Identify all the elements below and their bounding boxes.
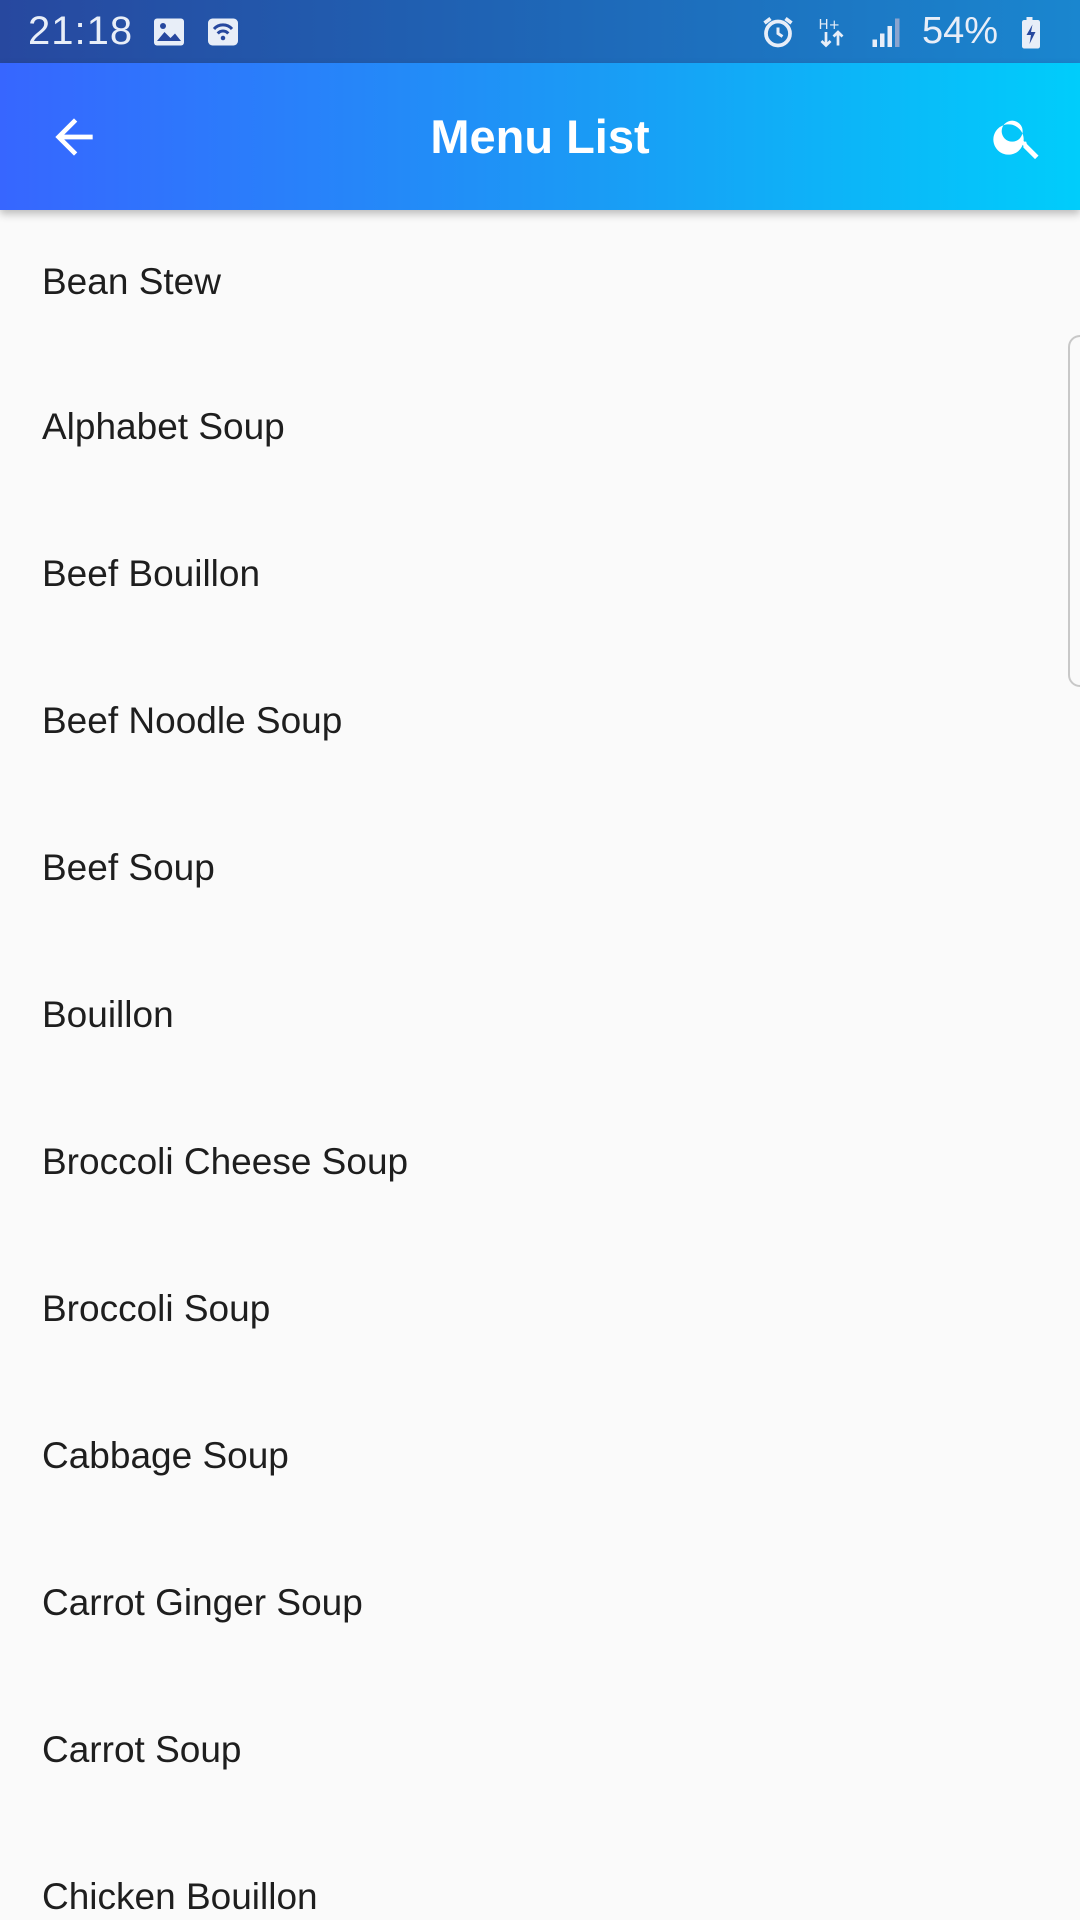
page-title: Menu List bbox=[430, 110, 650, 163]
menu-list-item[interactable]: Broccoli Cheese Soup bbox=[0, 1088, 1080, 1235]
menu-list-item[interactable]: Chicken Bouillon bbox=[0, 1823, 1080, 1920]
menu-list-item[interactable]: Alphabet Soup bbox=[0, 353, 1080, 500]
wifi-icon bbox=[205, 14, 241, 50]
battery-charging-icon bbox=[1016, 14, 1052, 50]
menu-list-item[interactable]: Beef Noodle Soup bbox=[0, 647, 1080, 794]
battery-percent: 54% bbox=[921, 10, 998, 52]
menu-list-item[interactable]: Beef Soup bbox=[0, 794, 1080, 941]
status-time: 21:18 bbox=[28, 9, 134, 53]
menu-list-item[interactable]: Bouillon bbox=[0, 941, 1080, 1088]
menu-list-item[interactable]: Cabbage Soup bbox=[0, 1382, 1080, 1529]
menu-list-item[interactable]: Beef Bouillon bbox=[0, 500, 1080, 647]
arrow-back-icon bbox=[55, 118, 93, 156]
status-left: 21:18 bbox=[28, 9, 241, 54]
app-bar: Menu List bbox=[0, 63, 1080, 210]
search-icon bbox=[993, 120, 1039, 160]
menu-list-item[interactable]: Carrot Ginger Soup bbox=[0, 1529, 1080, 1676]
signal-icon bbox=[868, 14, 904, 50]
svg-text:H+: H+ bbox=[818, 17, 839, 33]
alarm-icon bbox=[760, 14, 796, 50]
search-button[interactable] bbox=[978, 97, 1058, 177]
status-bar: 21:18 H+ 54% bbox=[0, 0, 1080, 63]
menu-list-item[interactable]: Broccoli Soup bbox=[0, 1235, 1080, 1382]
menu-list: Bean Stew Alphabet Soup Beef Bouillon Beef … bbox=[0, 210, 1080, 1920]
gallery-icon bbox=[151, 14, 187, 50]
menu-list-item[interactable]: Bean Stew bbox=[0, 210, 1080, 353]
scroll-handle[interactable] bbox=[1068, 335, 1080, 687]
status-right: H+ 54% bbox=[760, 10, 1052, 53]
data-transfer-icon: H+ bbox=[814, 14, 850, 50]
back-button[interactable] bbox=[34, 97, 114, 177]
menu-list-item[interactable]: Carrot Soup bbox=[0, 1676, 1080, 1823]
